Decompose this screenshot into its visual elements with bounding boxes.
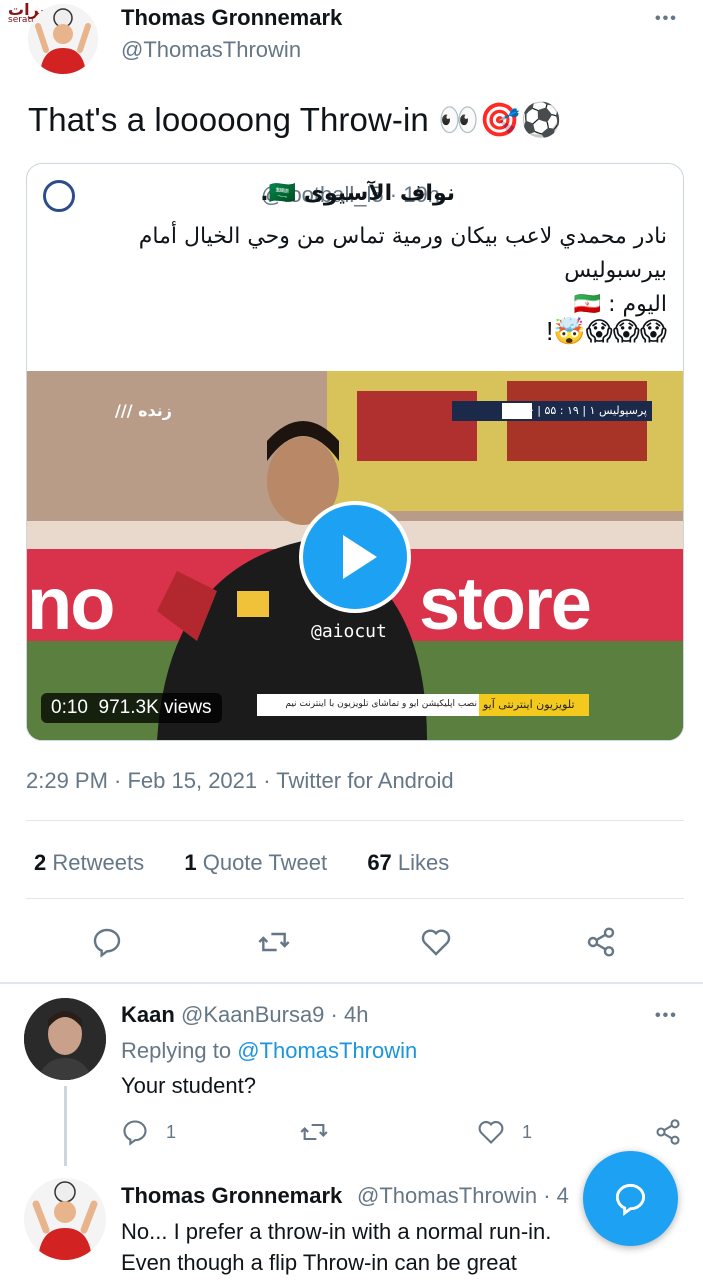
- quoted-tweet-card[interactable]: @football_l5 · 19h نواف الآسيوى 🇸🇦. نادر…: [26, 163, 684, 741]
- reply-text: Your student?: [121, 1073, 256, 1098]
- live-label: زنده ///: [115, 401, 173, 420]
- reply-reply-count: 1: [166, 1122, 177, 1142]
- ad-banner-right: نصب اپلیکیشن آیو و تماشای تلویزیون با ای…: [285, 699, 477, 709]
- compose-reply-button[interactable]: [583, 1151, 678, 1246]
- quoted-emoji-line: !🤯😱😱😱: [546, 316, 667, 346]
- retweet-icon[interactable]: [258, 926, 290, 958]
- reply-share-icon[interactable]: [654, 1118, 682, 1146]
- reply-icon[interactable]: [91, 926, 123, 958]
- banner-left-text: no: [27, 562, 115, 645]
- quotes-stat[interactable]: 1 Quote Tweet: [184, 850, 327, 875]
- reply-compose-icon: [615, 1183, 646, 1216]
- retweets-stat[interactable]: 2 Retweets: [34, 850, 144, 875]
- reply-more-icon[interactable]: •••: [655, 1007, 678, 1025]
- reply-author-name[interactable]: Kaan: [121, 1002, 175, 1028]
- engagement-stats: 2 Retweets 1 Quote Tweet 67 Likes: [34, 850, 449, 876]
- divider: [26, 820, 684, 821]
- ad-banner-left: تلویزیون اینترنتی آیو: [483, 698, 575, 711]
- video-stats-pill: 0:10 971.3K views: [41, 693, 222, 723]
- reply2-avatar[interactable]: [24, 1178, 106, 1260]
- reply-avatar[interactable]: [24, 998, 106, 1080]
- reply-like-count: 1: [522, 1122, 533, 1142]
- video-watermark: @aiocut: [311, 621, 387, 642]
- divider: [26, 898, 684, 899]
- replying-to: Replying to @ThomasThrowin: [121, 1038, 418, 1063]
- reply-like-icon[interactable]: [477, 1118, 505, 1146]
- author-name[interactable]: Thomas Gronnemark: [121, 5, 342, 31]
- reply-reply-icon[interactable]: [121, 1118, 149, 1146]
- quoted-avatar[interactable]: [43, 180, 75, 212]
- play-button[interactable]: [299, 501, 411, 613]
- thread-line: [64, 1086, 67, 1166]
- author-handle[interactable]: @ThomasThrowin: [121, 37, 301, 63]
- video-player[interactable]: زنده /// پرسپولیس ۱ | ۱۹ : ۵۵ | · پیکان …: [27, 371, 683, 740]
- reply2-author-name[interactable]: Thomas Gronnemark: [121, 1183, 342, 1209]
- tweet-timestamp[interactable]: 2:29 PM · Feb 15, 2021 · Twitter for And…: [26, 768, 454, 794]
- divider: [0, 982, 703, 984]
- reply2-handle-line[interactable]: @ThomasThrowin · 4: [357, 1183, 569, 1209]
- author-avatar[interactable]: [28, 4, 98, 74]
- quoted-author-name[interactable]: نواف الآسيوى 🇸🇦.: [260, 181, 455, 206]
- scoreboard: پرسپولیس ۱ | ۱۹ : ۵۵ | · پیکان: [502, 404, 647, 417]
- reply2-text: No... I prefer a throw-in with a normal …: [121, 1219, 552, 1275]
- more-options-icon[interactable]: •••: [655, 10, 678, 28]
- quoted-text: نادر محمدي لاعب بيكان ورمية تماس من وحي …: [138, 224, 667, 317]
- like-icon[interactable]: [420, 926, 452, 958]
- likes-stat[interactable]: 67 Likes: [367, 850, 449, 875]
- share-icon[interactable]: [585, 926, 617, 958]
- replying-to-link[interactable]: @ThomasThrowin: [237, 1038, 417, 1063]
- reply-handle-line[interactable]: @KaanBursa9 · 4h: [181, 1002, 368, 1028]
- reply-retweet-icon[interactable]: [300, 1118, 328, 1146]
- banner-store-text: store: [419, 562, 592, 645]
- tweet-text: That's a looooong Throw-in 👀🎯⚽: [28, 101, 562, 138]
- play-icon: [343, 535, 377, 579]
